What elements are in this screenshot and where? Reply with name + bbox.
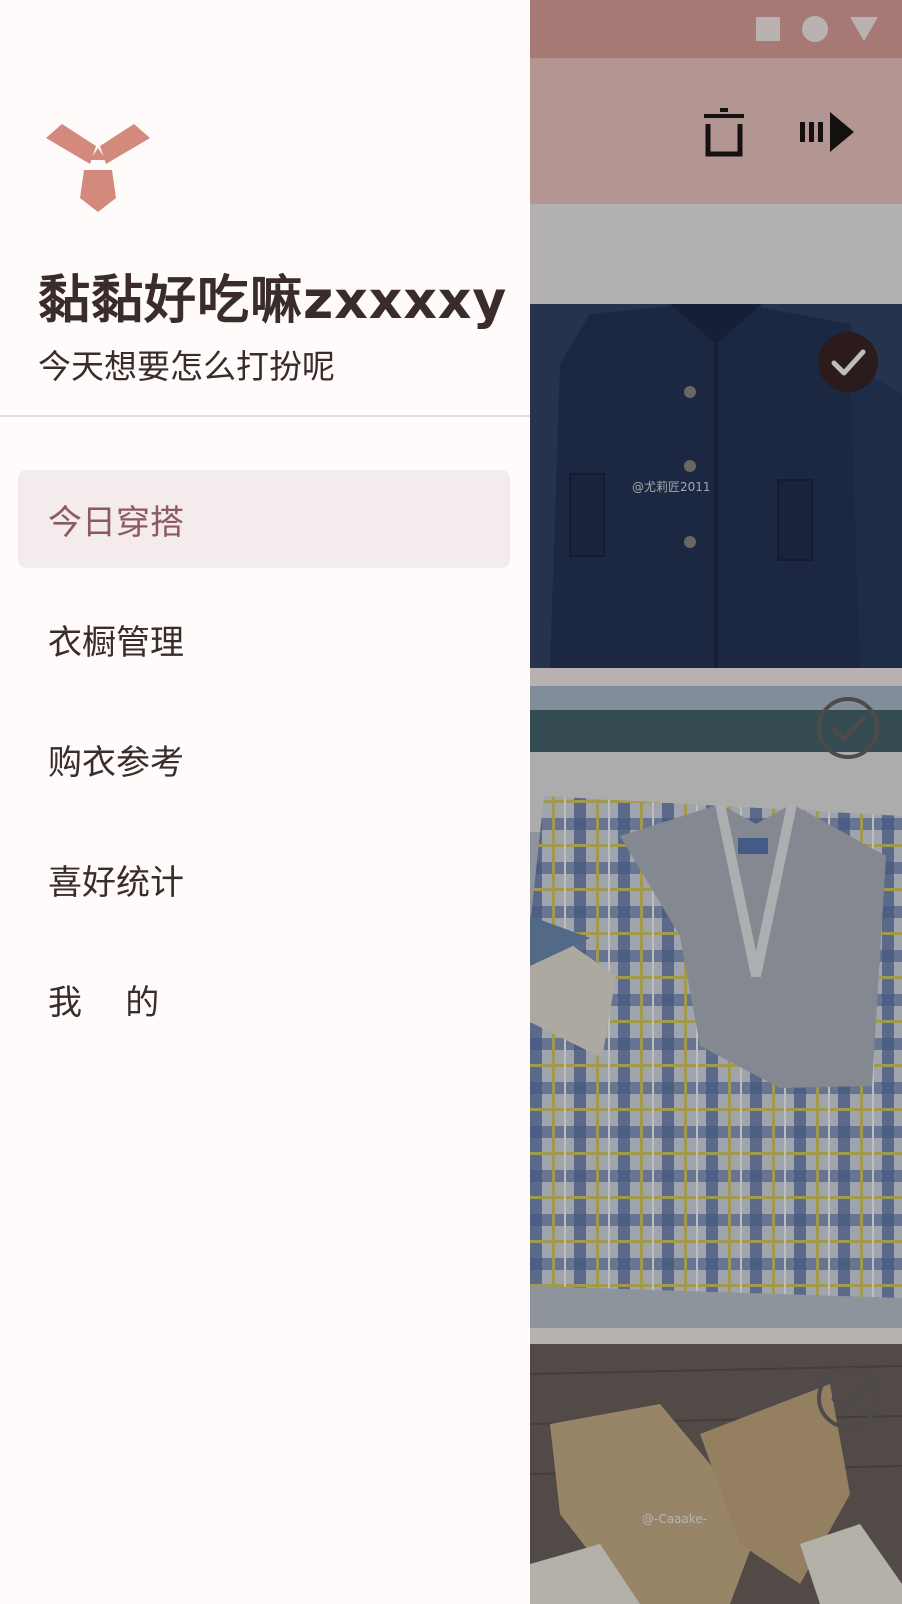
nav-item-wardrobe[interactable]: 衣橱管理	[18, 590, 510, 688]
drawer-header: 黏黏好吃嘛zxxxxy 今天想要怎么打扮呢	[0, 0, 530, 417]
user-name: 黏黏好吃嘛zxxxxy	[38, 271, 508, 331]
navigation-drawer: 黏黏好吃嘛zxxxxy 今天想要怎么打扮呢 今日穿搭 衣橱管理 购衣参考 喜好统…	[0, 0, 530, 1604]
app-logo	[46, 124, 150, 212]
nav-item-mine[interactable]: 我 的	[18, 950, 510, 1048]
screen: @尤莉匠2011 @-Caaake- 黏黏好吃嘛zxxxxy 今天想要怎么打扮呢…	[0, 0, 902, 1604]
nav-item-shopping-reference[interactable]: 购衣参考	[18, 710, 510, 808]
nav-item-preference-stats[interactable]: 喜好统计	[18, 830, 510, 928]
nav-item-today-outfit[interactable]: 今日穿搭	[18, 470, 510, 568]
greeting-text: 今天想要怎么打扮呢	[38, 347, 335, 386]
